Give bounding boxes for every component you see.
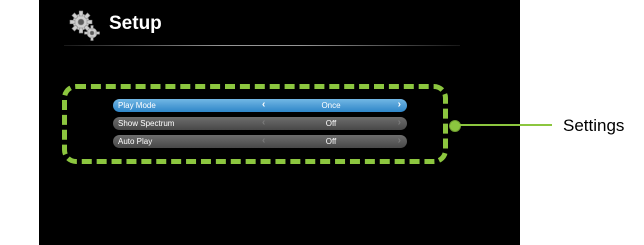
callout-label: Settings — [563, 116, 625, 135]
chevron-right-icon[interactable]: › — [398, 117, 401, 128]
chevron-left-icon[interactable]: ‹ — [262, 117, 265, 128]
callout-leader-line — [458, 124, 552, 126]
setting-label: Show Spectrum — [118, 119, 175, 128]
setting-value: Off — [325, 137, 337, 146]
setting-label: Play Mode — [118, 101, 156, 110]
title-divider — [64, 45, 460, 46]
setting-value: Off — [325, 119, 337, 128]
gear-icon — [69, 10, 100, 41]
chevron-left-icon[interactable]: ‹ — [262, 99, 265, 110]
setting-row-show-spectrum[interactable]: Show Spectrum ‹ Off › — [113, 117, 407, 130]
setting-value: Once — [321, 101, 341, 110]
setting-row-auto-play[interactable]: Auto Play ‹ Off › — [113, 135, 407, 148]
setting-row-play-mode[interactable]: Play Mode ‹ Once › — [113, 99, 407, 112]
chevron-left-icon[interactable]: ‹ — [262, 135, 265, 146]
chevron-right-icon[interactable]: › — [398, 99, 401, 110]
page-title: Setup — [109, 13, 162, 34]
chevron-right-icon[interactable]: › — [398, 135, 401, 146]
callout-anchor-dot — [449, 120, 461, 132]
setting-label: Auto Play — [118, 137, 153, 146]
